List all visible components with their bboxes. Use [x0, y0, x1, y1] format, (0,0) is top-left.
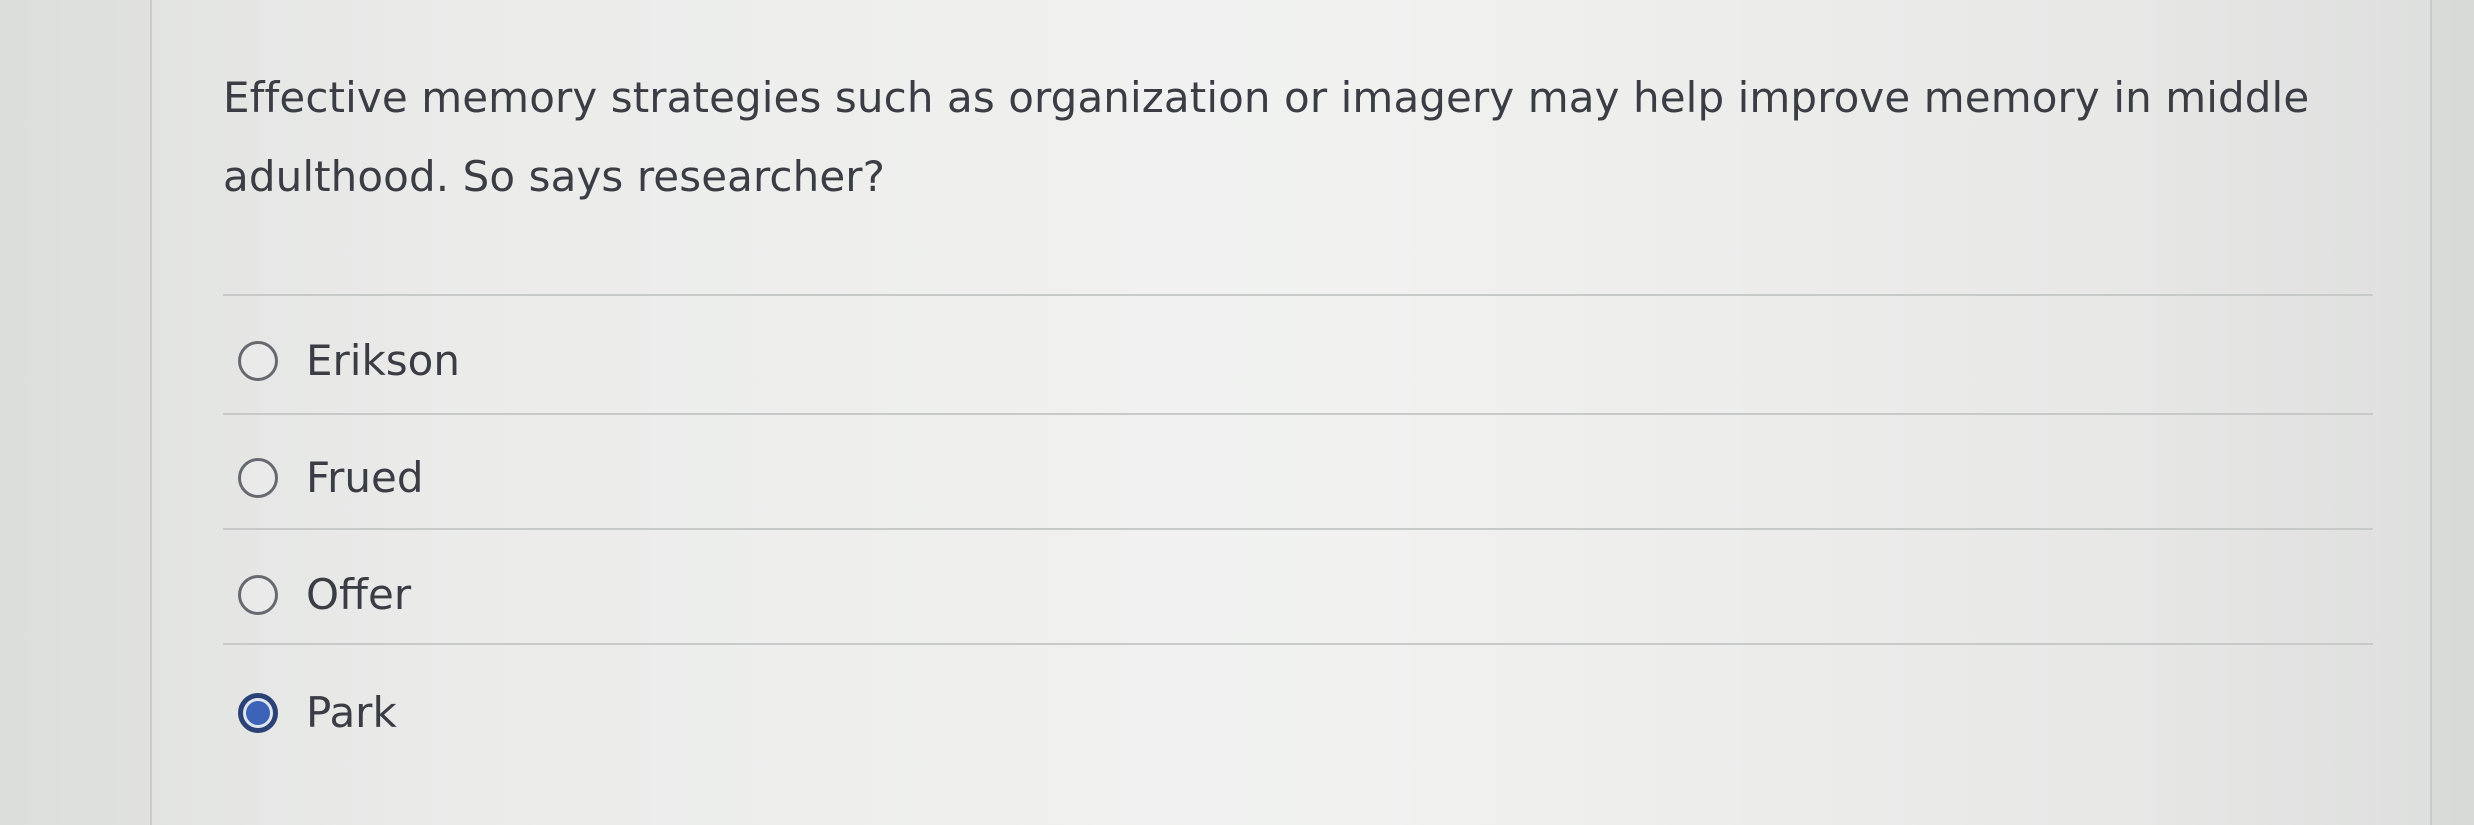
option-divider — [223, 528, 2373, 530]
radio-button-offer[interactable] — [238, 575, 278, 615]
question-text: Effective memory strategies such as orga… — [223, 73, 2310, 201]
answer-option-park[interactable]: Park — [238, 683, 397, 743]
radio-button-park[interactable] — [238, 693, 278, 733]
answer-label: Frued — [306, 453, 424, 502]
answer-option-frued[interactable]: Frued — [238, 448, 424, 508]
option-divider — [223, 413, 2373, 415]
radio-button-erikson[interactable] — [238, 341, 278, 381]
radio-button-frued[interactable] — [238, 458, 278, 498]
answer-label: Park — [306, 688, 397, 737]
answer-option-erikson[interactable]: Erikson — [238, 331, 460, 391]
answer-option-offer[interactable]: Offer — [238, 565, 411, 625]
radio-dot-icon — [246, 701, 270, 725]
question-divider — [223, 294, 2373, 296]
option-divider — [223, 643, 2373, 645]
answer-label: Offer — [306, 570, 412, 619]
quiz-page: Effective memory strategies such as orga… — [0, 0, 2474, 825]
answer-label: Erikson — [306, 336, 460, 385]
